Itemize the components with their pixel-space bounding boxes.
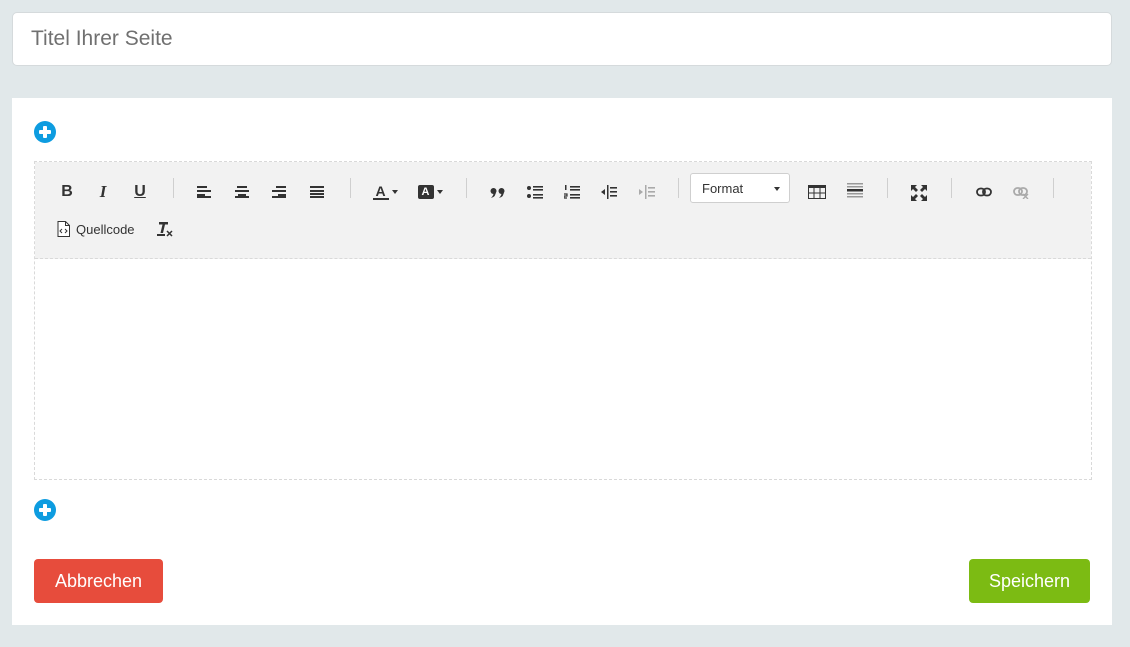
add-block-above-button[interactable] <box>34 121 56 143</box>
page-title-input[interactable] <box>31 27 1111 51</box>
quote-icon <box>490 188 505 198</box>
background-color-icon: A <box>417 185 434 199</box>
align-center-icon <box>235 186 249 198</box>
toolbar-separator <box>350 178 351 198</box>
align-right-button[interactable] <box>267 180 291 204</box>
bold-icon: B <box>61 183 73 200</box>
bullet-list-button[interactable] <box>523 180 547 204</box>
toolbar-separator <box>678 178 679 198</box>
clear-formatting-button[interactable] <box>153 218 177 240</box>
toolbar-separator <box>173 178 174 198</box>
outdent-button[interactable] <box>597 180 621 204</box>
toolbar-separator <box>466 178 467 198</box>
bullet-list-icon <box>527 186 543 199</box>
numbered-list-icon <box>564 185 580 199</box>
text-color-icon: A <box>372 184 389 200</box>
rich-text-editor: B I U A A Format Quellcode <box>34 161 1092 480</box>
blockquote-button[interactable] <box>486 181 510 205</box>
link-button[interactable] <box>972 180 996 204</box>
add-block-below-button[interactable] <box>34 499 56 521</box>
chevron-down-icon <box>436 190 443 194</box>
unlink-icon <box>1013 187 1029 199</box>
underline-icon: U <box>134 183 146 200</box>
table-icon <box>808 185 826 199</box>
cancel-button[interactable]: Abbrechen <box>34 559 163 603</box>
toolbar-separator <box>887 178 888 198</box>
toolbar-separator <box>951 178 952 198</box>
source-code-icon <box>57 221 70 237</box>
bold-button[interactable]: B <box>55 180 79 204</box>
fullscreen-icon <box>911 185 927 201</box>
indent-button[interactable] <box>635 180 659 204</box>
align-right-icon <box>272 186 286 198</box>
source-code-button[interactable]: Quellcode <box>57 218 135 240</box>
link-icon <box>976 187 992 197</box>
save-button[interactable]: Speichern <box>969 559 1090 603</box>
horizontal-rule-icon <box>847 183 863 198</box>
fullscreen-button[interactable] <box>907 181 931 205</box>
outdent-icon <box>601 185 617 199</box>
unlink-button[interactable] <box>1009 181 1033 205</box>
indent-icon <box>639 185 655 199</box>
align-justify-button[interactable] <box>305 180 329 204</box>
align-left-icon <box>197 186 211 198</box>
underline-button[interactable]: U <box>128 180 152 204</box>
align-left-button[interactable] <box>192 180 216 204</box>
format-select-value: Format <box>702 180 744 196</box>
background-color-button[interactable]: A <box>415 180 445 204</box>
chevron-down-icon <box>774 187 780 191</box>
chevron-down-icon <box>391 190 398 194</box>
source-code-label: Quellcode <box>76 221 135 237</box>
editor-toolbar: B I U A A Format Quellcode <box>35 162 1091 259</box>
italic-icon: I <box>99 182 107 201</box>
editor-panel: B I U A A Format Quellcode Abbrechen Spe… <box>12 98 1112 625</box>
table-button[interactable] <box>805 180 829 204</box>
editor-content-area[interactable] <box>35 260 1091 479</box>
text-color-button[interactable]: A <box>370 180 400 204</box>
format-select[interactable]: Format <box>690 173 790 203</box>
title-field-container <box>12 12 1112 66</box>
horizontal-rule-button[interactable] <box>843 178 867 202</box>
numbered-list-button[interactable] <box>560 180 584 204</box>
clear-formatting-icon <box>157 222 173 237</box>
align-justify-icon <box>310 186 324 198</box>
align-center-button[interactable] <box>230 180 254 204</box>
italic-button[interactable]: I <box>91 180 115 204</box>
toolbar-separator <box>1053 178 1054 198</box>
